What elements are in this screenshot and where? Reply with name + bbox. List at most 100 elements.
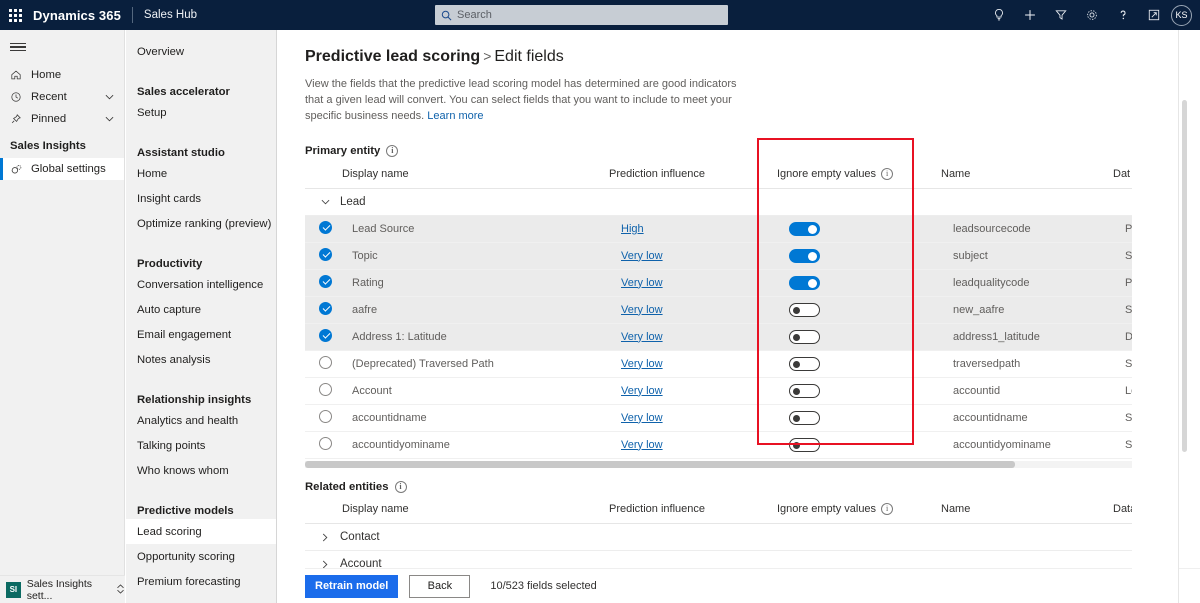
ignore-empty-toggle[interactable]: [789, 329, 820, 344]
influence-link[interactable]: Very low: [609, 250, 663, 262]
info-icon[interactable]: i: [881, 167, 894, 180]
row-checkbox[interactable]: [319, 382, 332, 396]
brand-title[interactable]: Dynamics 365: [30, 8, 121, 23]
retrain-model-button[interactable]: Retrain model: [305, 574, 399, 598]
avatar[interactable]: KS: [1171, 4, 1192, 26]
sidebar-item-analytics-and-health[interactable]: Analytics and health: [126, 408, 276, 433]
entity-group-row-lead[interactable]: Lead: [305, 188, 1159, 216]
table-row[interactable]: (Deprecated) Traversed Path Very low tra…: [305, 350, 1159, 378]
hamburger-menu-icon[interactable]: [0, 30, 124, 64]
chevron-down-icon[interactable]: [105, 115, 114, 124]
influence-link[interactable]: Very low: [609, 331, 663, 343]
info-icon[interactable]: i: [386, 145, 399, 157]
sidebar-item-pinned[interactable]: Pinned: [0, 108, 124, 130]
search-input[interactable]: [457, 6, 728, 24]
sidebar-item-setup[interactable]: Setup: [126, 100, 276, 125]
ignore-empty-toggle[interactable]: [789, 248, 820, 263]
table-row[interactable]: accountidname Very low accountidname Str…: [305, 404, 1159, 432]
filter-icon[interactable]: [1045, 0, 1076, 30]
row-select-cell[interactable]: [305, 431, 342, 459]
table-row[interactable]: accountidyominame Very low accountidyomi…: [305, 431, 1159, 459]
sidebar-item-email-engagement[interactable]: Email engagement: [126, 322, 276, 347]
row-select-cell[interactable]: [305, 350, 342, 378]
ignore-empty-values-cell[interactable]: [777, 350, 941, 378]
row-checkbox[interactable]: [319, 328, 332, 342]
ignore-empty-values-cell[interactable]: [777, 296, 941, 324]
row-select-cell[interactable]: [305, 269, 342, 297]
table-row[interactable]: Rating Very low leadqualitycode Pick: [305, 269, 1159, 297]
sales-insights-settings-switcher[interactable]: SI Sales Insights sett...: [0, 575, 125, 603]
app-launcher-waffle-icon[interactable]: [0, 0, 30, 30]
name-column-header[interactable]: Name: [941, 501, 1113, 524]
info-icon[interactable]: i: [881, 503, 894, 515]
ignore-empty-values-cell[interactable]: [777, 323, 941, 351]
ignore-empty-values-cell[interactable]: [777, 242, 941, 270]
ignore-empty-toggle[interactable]: [789, 437, 820, 452]
ignore-empty-toggle[interactable]: [789, 356, 820, 371]
settings-gear-icon[interactable]: [1076, 0, 1107, 30]
row-select-cell[interactable]: [305, 377, 342, 405]
table-row[interactable]: Account Very low accountid Loo: [305, 377, 1159, 405]
global-search[interactable]: [435, 5, 728, 25]
sidebar-item-home[interactable]: Home: [0, 64, 124, 86]
info-icon[interactable]: i: [394, 480, 407, 493]
row-select-cell[interactable]: [305, 215, 342, 243]
row-select-cell[interactable]: [305, 323, 342, 351]
prediction-influence-column-header[interactable]: Prediction influence: [609, 166, 777, 189]
ignore-empty-values-column-header[interactable]: Ignore empty values i: [777, 166, 941, 189]
influence-link[interactable]: Very low: [609, 439, 663, 451]
insights-lightbulb-icon[interactable]: [983, 0, 1014, 30]
table-row[interactable]: aafre Very low new_aafre Strin: [305, 296, 1159, 324]
sidebar-item-recent[interactable]: Recent: [0, 86, 124, 108]
sidebar-item-premium-forecasting[interactable]: Premium forecasting: [126, 569, 276, 594]
row-checkbox[interactable]: [319, 355, 332, 369]
data-type-column-header[interactable]: Data t: [1113, 501, 1159, 524]
ignore-empty-toggle[interactable]: [789, 383, 820, 398]
sidebar-item-overview[interactable]: Overview: [126, 39, 276, 64]
prediction-influence-column-header[interactable]: Prediction influence: [609, 501, 777, 524]
sidebar-item-assistant-home[interactable]: Home: [126, 161, 276, 186]
sidebar-item-insight-cards[interactable]: Insight cards: [126, 186, 276, 211]
row-checkbox[interactable]: [319, 274, 332, 288]
data-type-column-header[interactable]: Dat: [1113, 166, 1159, 189]
ignore-empty-toggle[interactable]: [789, 221, 820, 236]
ignore-empty-toggle[interactable]: [789, 410, 820, 425]
sidebar-item-lead-scoring[interactable]: Lead scoring: [126, 519, 276, 544]
quick-create-plus-icon[interactable]: [1014, 0, 1045, 30]
table-row[interactable]: Address 1: Latitude Very low address1_la…: [305, 323, 1159, 351]
sidebar-item-talking-points[interactable]: Talking points: [126, 433, 276, 458]
ignore-empty-values-column-header[interactable]: Ignore empty values i: [777, 501, 941, 524]
ignore-empty-values-cell[interactable]: [777, 431, 941, 459]
influence-link[interactable]: Very low: [609, 412, 663, 424]
assistant-icon[interactable]: [1138, 0, 1169, 30]
table-row[interactable]: Lead Source High leadsourcecode Pick: [305, 215, 1159, 243]
ignore-empty-values-cell[interactable]: [777, 269, 941, 297]
ignore-empty-toggle[interactable]: [789, 302, 820, 317]
chevron-right-icon[interactable]: [317, 533, 333, 542]
row-select-cell[interactable]: [305, 242, 342, 270]
influence-link[interactable]: Very low: [609, 385, 663, 397]
page-vertical-scrollbar[interactable]: [1182, 100, 1187, 452]
display-name-column-header[interactable]: Display name: [342, 501, 609, 524]
sidebar-item-who-knows-whom[interactable]: Who knows whom: [126, 458, 276, 483]
app-name-label[interactable]: Sales Hub: [144, 9, 197, 21]
row-select-cell[interactable]: [305, 296, 342, 324]
learn-more-link[interactable]: Learn more: [427, 110, 483, 122]
scrollbar-thumb[interactable]: [305, 460, 1015, 468]
back-button[interactable]: Back: [409, 574, 471, 598]
sidebar-item-opportunity-scoring[interactable]: Opportunity scoring: [126, 544, 276, 569]
row-checkbox[interactable]: [319, 220, 332, 234]
row-checkbox[interactable]: [319, 301, 332, 315]
row-select-cell[interactable]: [305, 404, 342, 432]
sidebar-item-optimize-ranking[interactable]: Optimize ranking (preview): [126, 211, 276, 236]
primary-table-horizontal-scrollbar[interactable]: [305, 460, 1159, 468]
display-name-column-header[interactable]: Display name: [342, 166, 609, 189]
chevron-down-icon[interactable]: [317, 199, 333, 205]
influence-link[interactable]: Very low: [609, 358, 663, 370]
table-row[interactable]: Topic Very low subject Strin: [305, 242, 1159, 270]
help-question-icon[interactable]: [1107, 0, 1138, 30]
influence-link[interactable]: Very low: [609, 277, 663, 289]
ignore-empty-values-cell[interactable]: [777, 215, 941, 243]
updown-chevron-icon[interactable]: [113, 583, 125, 596]
ignore-empty-toggle[interactable]: [789, 275, 820, 290]
